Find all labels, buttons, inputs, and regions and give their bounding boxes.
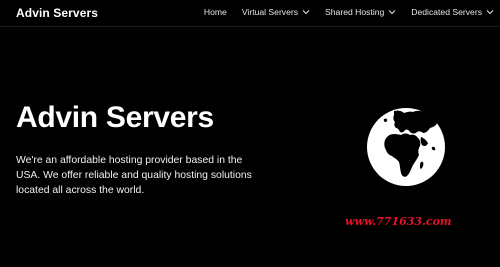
brand-logo-link[interactable]: Advin Servers xyxy=(16,6,98,20)
nav-item-label: Virtual Servers xyxy=(241,7,299,17)
nav-item-home[interactable]: Home xyxy=(204,7,227,17)
nav-item-virtual-servers[interactable]: Virtual Servers xyxy=(242,7,310,17)
nav-item-label: Shared Hosting xyxy=(325,7,385,17)
hero-title: Advin Servers xyxy=(16,101,214,134)
chevron-down-icon xyxy=(302,10,310,15)
nav-item-dedicated-servers[interactable]: Dedicated Servers xyxy=(411,7,494,17)
nav-item-shared-hosting[interactable]: Shared Hosting xyxy=(325,7,396,17)
nav-item-label: Dedicated Servers xyxy=(411,7,482,17)
globe-icon xyxy=(367,108,445,186)
hero-description: We're an affordable hosting provider bas… xyxy=(16,155,252,196)
chevron-down-icon xyxy=(388,10,396,15)
chevron-down-icon xyxy=(486,10,494,15)
main-nav: Home Virtual Servers Shared Hosting Dedi… xyxy=(204,7,494,17)
top-navigation-bar: Advin Servers Home Virtual Servers Share… xyxy=(0,0,500,27)
nav-item-label: Home xyxy=(203,7,227,17)
watermark-text: www.771633.com xyxy=(345,215,452,228)
